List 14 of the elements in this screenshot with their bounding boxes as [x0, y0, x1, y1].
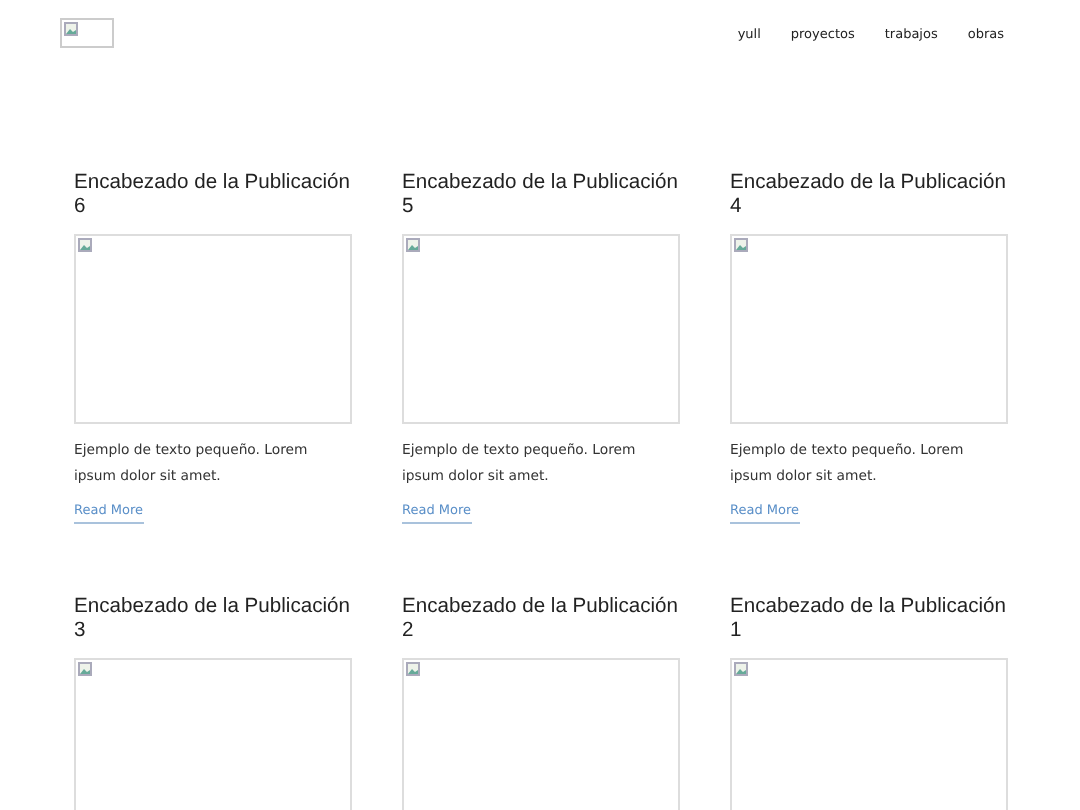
post-title: Encabezado de la Publicación 4 [730, 172, 1008, 220]
logo-placeholder[interactable] [60, 18, 114, 48]
broken-image-icon [64, 22, 78, 36]
broken-image-icon [78, 238, 92, 252]
broken-image-icon [734, 238, 748, 252]
post-title: Encabezado de la Publicación 3 [74, 596, 352, 644]
post-title: Encabezado de la Publicación 5 [402, 172, 680, 220]
post-title: Encabezado de la Publicación 1 [730, 596, 1008, 644]
post-title: Encabezado de la Publicación 6 [74, 172, 352, 220]
post-title: Encabezado de la Publicación 2 [402, 596, 680, 644]
broken-image-icon [78, 662, 92, 676]
broken-image-icon [406, 238, 420, 252]
broken-image-icon [734, 662, 748, 676]
broken-image-icon [406, 662, 420, 676]
